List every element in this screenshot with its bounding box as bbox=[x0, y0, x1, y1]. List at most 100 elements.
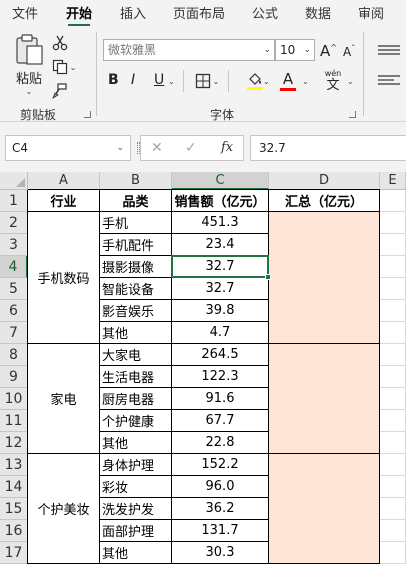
column-header-c[interactable]: C bbox=[172, 172, 269, 190]
empty-cell[interactable] bbox=[380, 520, 406, 542]
category-cell[interactable]: 彩妆 bbox=[100, 476, 172, 498]
category-cell[interactable]: 其他 bbox=[100, 322, 172, 344]
row-header-1[interactable]: 1 bbox=[0, 190, 28, 212]
sales-cell[interactable]: 22.8 bbox=[172, 432, 269, 454]
industry-cell[interactable]: 家电 bbox=[28, 344, 100, 454]
total-cell[interactable] bbox=[269, 454, 380, 564]
empty-cell[interactable] bbox=[380, 432, 406, 454]
empty-cell[interactable] bbox=[380, 278, 406, 300]
empty-cell[interactable] bbox=[380, 256, 406, 278]
empty-cell[interactable] bbox=[380, 366, 406, 388]
row-header-17[interactable]: 17 bbox=[0, 542, 28, 564]
chevron-down-icon[interactable]: ⌄ bbox=[263, 77, 270, 86]
empty-cell[interactable] bbox=[380, 300, 406, 322]
header-total[interactable]: 汇总（亿元） bbox=[269, 190, 380, 212]
name-box[interactable]: C4 ⌄ bbox=[5, 135, 131, 161]
font-name-select[interactable]: 微软雅黑 ⌄ bbox=[103, 39, 275, 61]
empty-cell[interactable] bbox=[380, 322, 406, 344]
tab-home[interactable]: 开始 bbox=[66, 3, 92, 27]
category-cell[interactable]: 面部护理 bbox=[100, 520, 172, 542]
chevron-down-icon[interactable]: ⌄ bbox=[302, 77, 309, 86]
sales-cell[interactable]: 96.0 bbox=[172, 476, 269, 498]
tab-file[interactable]: 文件 bbox=[12, 3, 38, 23]
row-header-16[interactable]: 16 bbox=[0, 520, 28, 542]
align-left-button[interactable] bbox=[372, 72, 402, 88]
chevron-down-icon[interactable]: ⌄ bbox=[347, 77, 354, 86]
category-cell[interactable]: 个护健康 bbox=[100, 410, 172, 432]
font-size-select[interactable]: 10 ⌄ bbox=[275, 39, 315, 61]
category-cell[interactable]: 其他 bbox=[100, 432, 172, 454]
sales-cell[interactable]: 30.3 bbox=[172, 542, 269, 564]
category-cell[interactable]: 厨房电器 bbox=[100, 388, 172, 410]
category-cell[interactable]: 摄影摄像 bbox=[100, 256, 172, 278]
cancel-button[interactable]: ✕ bbox=[151, 140, 163, 156]
row-header-12[interactable]: 12 bbox=[0, 432, 28, 454]
italic-button[interactable]: I bbox=[131, 72, 135, 88]
decrease-font-size-button[interactable]: Aˇ bbox=[343, 44, 355, 59]
header-category[interactable]: 品类 bbox=[100, 190, 172, 212]
row-header-15[interactable]: 15 bbox=[0, 498, 28, 520]
row-header-9[interactable]: 9 bbox=[0, 366, 28, 388]
industry-cell[interactable]: 个护美妆 bbox=[28, 454, 100, 564]
column-header-a[interactable]: A bbox=[28, 172, 100, 190]
category-cell[interactable]: 手机 bbox=[100, 212, 172, 234]
sales-cell[interactable]: 131.7 bbox=[172, 520, 269, 542]
sales-cell[interactable]: 39.8 bbox=[172, 300, 269, 322]
empty-cell[interactable] bbox=[380, 212, 406, 234]
cut-button[interactable] bbox=[50, 34, 70, 52]
tab-insert[interactable]: 插入 bbox=[120, 3, 146, 23]
row-header-14[interactable]: 14 bbox=[0, 476, 28, 498]
select-all-button[interactable] bbox=[0, 172, 28, 190]
empty-cell[interactable] bbox=[380, 410, 406, 432]
tab-page-layout[interactable]: 页面布局 bbox=[173, 3, 225, 23]
enter-button[interactable]: ✓ bbox=[185, 140, 197, 156]
empty-cell[interactable] bbox=[380, 498, 406, 520]
sales-cell[interactable]: 67.7 bbox=[172, 410, 269, 432]
row-header-3[interactable]: 3 bbox=[0, 234, 28, 256]
empty-cell[interactable] bbox=[380, 190, 406, 212]
category-cell[interactable]: 身体护理 bbox=[100, 454, 172, 476]
sales-cell[interactable]: 32.7 bbox=[172, 278, 269, 300]
sales-cell[interactable]: 152.2 bbox=[172, 454, 269, 476]
align-top-button[interactable] bbox=[372, 42, 402, 58]
phonetic-guide-button[interactable]: wén 文 bbox=[322, 68, 344, 94]
copy-button[interactable]: ⌄ bbox=[50, 58, 78, 76]
empty-cell[interactable] bbox=[380, 476, 406, 498]
insert-function-button[interactable]: fx bbox=[221, 140, 233, 155]
tab-formulas[interactable]: 公式 bbox=[252, 3, 278, 23]
increase-font-size-button[interactable]: A^ bbox=[320, 42, 337, 60]
tab-data[interactable]: 数据 bbox=[305, 3, 331, 23]
format-painter-button[interactable] bbox=[50, 82, 70, 100]
bold-button[interactable]: B bbox=[108, 72, 119, 88]
header-industry[interactable]: 行业 bbox=[28, 190, 100, 212]
sales-cell[interactable]: 122.3 bbox=[172, 366, 269, 388]
tab-review[interactable]: 审阅 bbox=[358, 3, 384, 23]
category-cell[interactable]: 影音娱乐 bbox=[100, 300, 172, 322]
paste-button[interactable]: 粘贴 ⌄ bbox=[12, 34, 46, 96]
row-header-5[interactable]: 5 bbox=[0, 278, 28, 300]
empty-cell[interactable] bbox=[380, 454, 406, 476]
font-dialog-launcher-icon[interactable] bbox=[349, 111, 356, 118]
clipboard-dialog-launcher-icon[interactable] bbox=[84, 111, 91, 118]
total-cell[interactable] bbox=[269, 212, 380, 344]
total-cell[interactable] bbox=[269, 344, 380, 454]
empty-cell[interactable] bbox=[380, 234, 406, 256]
row-header-7[interactable]: 7 bbox=[0, 322, 28, 344]
sales-cell[interactable]: 36.2 bbox=[172, 498, 269, 520]
chevron-down-icon[interactable]: ⌄ bbox=[168, 77, 175, 86]
worksheet-grid[interactable]: A B C D E 1 2 3 4 5 6 7 8 9 10 11 12 13 14 15 16 17 行业 品类 销售额（亿元… bbox=[0, 172, 406, 571]
sales-cell[interactable]: 264.5 bbox=[172, 344, 269, 366]
category-cell[interactable]: 智能设备 bbox=[100, 278, 172, 300]
font-color-button[interactable]: A bbox=[277, 69, 299, 93]
row-header-13[interactable]: 13 bbox=[0, 454, 28, 476]
column-header-b[interactable]: B bbox=[100, 172, 172, 190]
row-header-11[interactable]: 11 bbox=[0, 410, 28, 432]
category-cell[interactable]: 生活电器 bbox=[100, 366, 172, 388]
row-header-2[interactable]: 2 bbox=[0, 212, 28, 234]
sales-cell[interactable]: 451.3 bbox=[172, 212, 269, 234]
empty-cell[interactable] bbox=[380, 388, 406, 410]
category-cell[interactable]: 其他 bbox=[100, 542, 172, 564]
underline-button[interactable]: U bbox=[154, 72, 164, 88]
category-cell[interactable]: 洗发护发 bbox=[100, 498, 172, 520]
category-cell[interactable]: 手机配件 bbox=[100, 234, 172, 256]
